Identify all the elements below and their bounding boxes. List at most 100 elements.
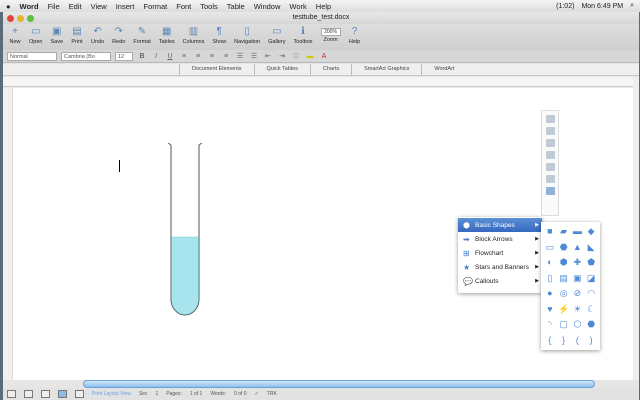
align-left-button[interactable]: ≡ — [179, 53, 189, 60]
app-menu[interactable]: Word — [20, 2, 39, 11]
ribbon-tab[interactable]: Quick Tables — [253, 64, 310, 75]
indent-button[interactable]: ⇥ — [277, 52, 287, 60]
tables-button[interactable]: ▦ Tables — [157, 24, 177, 50]
menu-item-stars-and-banners[interactable]: ★ Stars and Banners ▶ — [458, 260, 542, 274]
shape-item[interactable]: ⬢ — [558, 256, 570, 270]
bold-button[interactable]: B — [137, 53, 147, 60]
print-button[interactable]: ▤ Print — [69, 24, 85, 50]
shape-item[interactable]: ◝ — [544, 318, 556, 332]
shape-item[interactable]: ▢ — [558, 318, 570, 332]
format-button[interactable]: ✎ Format — [131, 24, 152, 50]
shape-item[interactable]: ) — [585, 334, 597, 348]
gallery-button[interactable]: ▭ Gallery — [266, 24, 287, 50]
print-layout-view-button[interactable] — [58, 390, 67, 398]
spotlight-icon[interactable]: ⌕ — [630, 2, 634, 10]
bullets-button[interactable]: ☰ — [235, 52, 245, 60]
shape-item[interactable]: ☀ — [572, 303, 584, 317]
close-button[interactable] — [7, 15, 14, 22]
image-tool-icon[interactable] — [545, 151, 555, 159]
vertical-scrollbar[interactable] — [633, 77, 639, 380]
shape-item[interactable]: ☾ — [585, 303, 597, 317]
italic-button[interactable]: I — [151, 53, 161, 60]
menu-view[interactable]: View — [91, 2, 107, 11]
menu-insert[interactable]: Insert — [116, 2, 135, 11]
shape-item[interactable]: ◆ — [585, 225, 597, 239]
shape-item[interactable]: ▤ — [558, 272, 570, 286]
line-tool-icon[interactable] — [545, 139, 555, 147]
columns-button[interactable]: ▥ Columns — [181, 24, 207, 50]
new-button[interactable]: + New — [7, 24, 23, 50]
style-select[interactable]: Normal — [7, 51, 57, 61]
save-button[interactable]: ▣ Save — [48, 24, 65, 50]
shapes-tool-icon[interactable] — [545, 187, 555, 195]
menu-item-flowchart[interactable]: ⊞ Flowchart ▶ — [458, 246, 542, 260]
shape-item[interactable]: ⬟ — [585, 256, 597, 270]
help-button[interactable]: ? Help — [347, 24, 363, 50]
toolbox-button[interactable]: ℹ Toolbox — [292, 24, 315, 50]
track-changes[interactable]: TRK — [267, 391, 277, 397]
zoom-button[interactable]: 200% Zoom — [319, 24, 343, 50]
shape-item[interactable]: ▭ — [544, 241, 556, 255]
shape-item[interactable]: ✚ — [572, 256, 584, 270]
clipart-tool-icon[interactable] — [545, 163, 555, 171]
menu-item-basic-shapes[interactable]: ⬢ Basic Shapes ▶ — [458, 218, 542, 232]
font-select[interactable]: Cambria (Bo — [61, 51, 111, 61]
align-center-button[interactable]: ≡ — [193, 53, 203, 60]
shape-item[interactable]: { — [544, 334, 556, 348]
menu-item-callouts[interactable]: 💬 Callouts ▶ — [458, 274, 542, 288]
shape-item[interactable]: ⬣ — [585, 318, 597, 332]
navigation-button[interactable]: ▯ Navigation — [232, 24, 262, 50]
test-tube-drawing[interactable] — [167, 143, 203, 319]
draft-view-button[interactable] — [7, 390, 16, 398]
shape-item[interactable]: ♥ — [544, 303, 556, 317]
apple-icon[interactable]: ● — [6, 2, 11, 11]
borders-button[interactable]: □ — [291, 53, 301, 60]
shape-item[interactable]: ⬣ — [558, 241, 570, 255]
shape-item[interactable]: ◠ — [585, 287, 597, 301]
menu-table[interactable]: Table — [227, 2, 245, 11]
shape-item[interactable]: ■ — [544, 225, 556, 239]
menu-edit[interactable]: Edit — [69, 2, 82, 11]
highlight-button[interactable]: ▬ — [305, 53, 315, 60]
shape-item[interactable]: ▰ — [558, 225, 570, 239]
minimize-button[interactable] — [17, 15, 24, 22]
shape-item[interactable]: ◣ — [585, 241, 597, 255]
text-tool-icon[interactable] — [545, 175, 555, 183]
shape-item[interactable]: ◎ — [558, 287, 570, 301]
shape-item[interactable]: ● — [544, 287, 556, 301]
justify-button[interactable]: ≡ — [221, 53, 231, 60]
menu-window[interactable]: Window — [254, 2, 281, 11]
shape-item[interactable]: ◐ — [544, 256, 556, 270]
menu-item-block-arrows[interactable]: ➡ Block Arrows ▶ — [458, 232, 542, 246]
shape-item[interactable]: ( — [572, 334, 584, 348]
textbox-tool-icon[interactable] — [545, 127, 555, 135]
shape-item[interactable]: ⬡ — [572, 318, 584, 332]
size-select[interactable]: 12 — [115, 51, 133, 61]
shape-item[interactable]: } — [558, 334, 570, 348]
shape-item[interactable]: ◪ — [585, 272, 597, 286]
menu-file[interactable]: File — [48, 2, 60, 11]
menu-tools[interactable]: Tools — [200, 2, 218, 11]
clock[interactable]: Mon 6:49 PM — [581, 3, 623, 10]
undo-button[interactable]: ↶ Undo — [89, 24, 106, 50]
battery-status[interactable]: (1:02) — [556, 3, 574, 10]
redo-button[interactable]: ↷ Redo — [110, 24, 127, 50]
open-button[interactable]: ▭ Open — [27, 24, 44, 50]
numbering-button[interactable]: ☰ — [249, 52, 259, 60]
spelling-icon[interactable]: ✔ — [255, 391, 259, 397]
horizontal-ruler[interactable] — [3, 77, 639, 87]
shape-item[interactable]: ⊘ — [572, 287, 584, 301]
menu-work[interactable]: Work — [289, 2, 306, 11]
ribbon-tab[interactable]: Document Elements — [179, 64, 254, 75]
horizontal-scrollbar[interactable] — [83, 380, 595, 388]
shape-item[interactable]: ⚡ — [558, 303, 570, 317]
ribbon-tab[interactable]: Charts — [309, 64, 351, 75]
shape-item[interactable]: ▬ — [572, 225, 584, 239]
notebook-view-button[interactable] — [75, 390, 84, 398]
show-button[interactable]: ¶ Show — [210, 24, 228, 50]
shape-item[interactable]: ▲ — [572, 241, 584, 255]
zoom-button[interactable] — [27, 15, 34, 22]
menu-format[interactable]: Format — [143, 2, 167, 11]
underline-button[interactable]: U — [165, 53, 175, 60]
shape-item[interactable]: ▣ — [572, 272, 584, 286]
